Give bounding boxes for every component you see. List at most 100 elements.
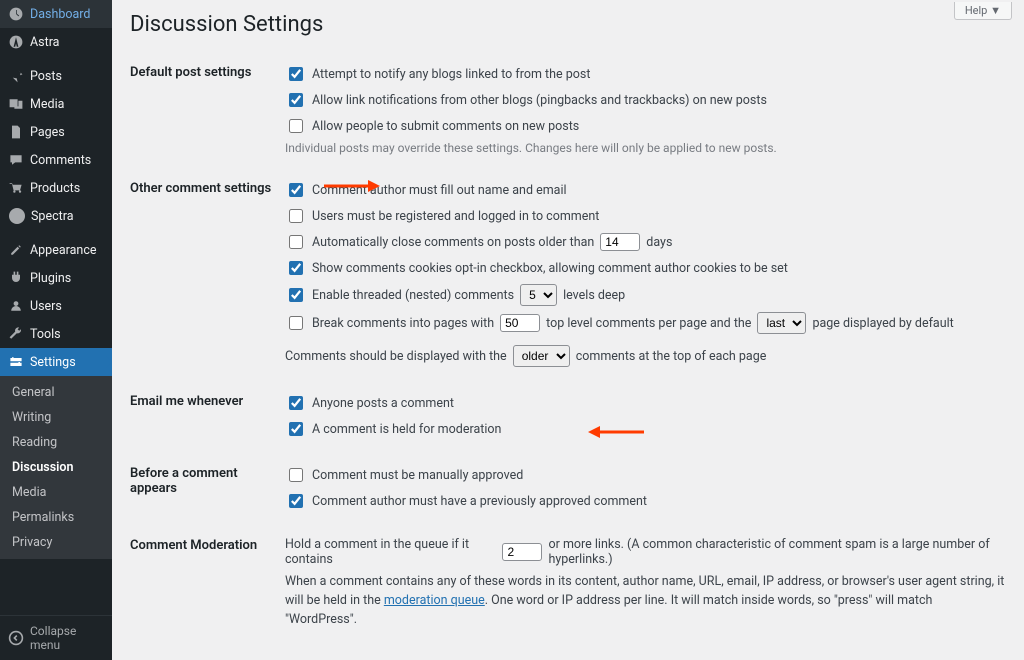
sidebar-item-appearance[interactable]: Appearance bbox=[0, 236, 112, 264]
collapse-menu-button[interactable]: Collapse menu bbox=[0, 615, 112, 660]
sidebar-item-settings[interactable]: Settings bbox=[0, 348, 112, 376]
checkbox-allow-comments[interactable] bbox=[289, 119, 303, 133]
opt-label: A comment is held for moderation bbox=[312, 422, 501, 437]
collapse-label: Collapse menu bbox=[30, 624, 104, 652]
input-max-links[interactable] bbox=[502, 543, 542, 561]
sidebar-item-label: Spectra bbox=[31, 209, 74, 224]
sidebar-item-tools[interactable]: Tools bbox=[0, 320, 112, 348]
checkbox-email-anyone[interactable] bbox=[289, 396, 303, 410]
select-thread-depth[interactable]: 5 bbox=[520, 284, 557, 306]
media-icon bbox=[8, 96, 24, 112]
opt-label: Comments should be displayed with the bbox=[285, 349, 507, 364]
pages-icon bbox=[8, 124, 24, 140]
opt-notify-linked[interactable]: Attempt to notify any blogs linked to fr… bbox=[285, 61, 1006, 87]
select-default-page[interactable]: last bbox=[757, 312, 806, 334]
sidebar-item-plugins[interactable]: Plugins bbox=[0, 264, 112, 292]
sidebar-item-posts[interactable]: Posts bbox=[0, 62, 112, 90]
moderation-queue-link[interactable]: moderation queue bbox=[384, 593, 485, 608]
sub-item-general[interactable]: General bbox=[0, 380, 112, 405]
sidebar-item-astra[interactable]: Astra bbox=[0, 28, 112, 56]
checkbox-notify-linked[interactable] bbox=[289, 67, 303, 81]
input-per-page[interactable] bbox=[500, 314, 540, 332]
opt-manual-approve[interactable]: Comment must be manually approved bbox=[285, 462, 1006, 488]
checkbox-prev-approved[interactable] bbox=[289, 494, 303, 508]
help-label: Help bbox=[965, 4, 988, 17]
sidebar-item-label: Astra bbox=[30, 35, 60, 50]
opt-require-login[interactable]: Users must be registered and logged in t… bbox=[285, 203, 1006, 229]
opt-label: Comment author must fill out name and em… bbox=[312, 183, 567, 198]
sidebar-item-users[interactable]: Users bbox=[0, 292, 112, 320]
sidebar-item-media[interactable]: Media bbox=[0, 90, 112, 118]
sidebar-item-label: Products bbox=[30, 181, 80, 196]
opt-allow-pingbacks[interactable]: Allow link notifications from other blog… bbox=[285, 87, 1006, 113]
sidebar-item-label: Dashboard bbox=[30, 7, 90, 22]
dashboard-icon bbox=[8, 6, 24, 22]
opt-cookies-optin[interactable]: Show comments cookies opt-in checkbox, a… bbox=[285, 255, 1006, 281]
sub-item-media[interactable]: Media bbox=[0, 480, 112, 505]
sub-item-privacy[interactable]: Privacy bbox=[0, 530, 112, 555]
appearance-icon bbox=[8, 242, 24, 258]
help-tab[interactable]: Help ▼ bbox=[954, 2, 1012, 20]
opt-label: Allow link notifications from other blog… bbox=[312, 93, 767, 108]
opt-label: Enable threaded (nested) comments bbox=[312, 288, 514, 303]
tools-icon bbox=[8, 326, 24, 342]
sidebar-item-label: Appearance bbox=[30, 243, 97, 258]
collapse-icon bbox=[8, 630, 24, 646]
moderation-desc: When a comment contains any of these wor… bbox=[285, 570, 1006, 632]
checkbox-require-name-email[interactable] bbox=[289, 183, 303, 197]
opt-label: page displayed by default bbox=[812, 316, 953, 331]
opt-paginate: Break comments into pages with top level… bbox=[285, 309, 1006, 337]
sidebar-item-label: Plugins bbox=[30, 271, 71, 286]
users-icon bbox=[8, 298, 24, 314]
checkbox-cookies-optin[interactable] bbox=[289, 261, 303, 275]
sidebar-item-label: Pages bbox=[30, 125, 65, 140]
opt-label: Automatically close comments on posts ol… bbox=[312, 235, 594, 250]
sub-item-discussion[interactable]: Discussion bbox=[0, 455, 112, 480]
opt-prev-approved[interactable]: Comment author must have a previously ap… bbox=[285, 488, 1006, 514]
opt-label: Attempt to notify any blogs linked to fr… bbox=[312, 67, 590, 82]
section-heading-other: Other comment settings bbox=[130, 167, 285, 380]
section-heading-email: Email me whenever bbox=[130, 380, 285, 452]
pin-icon bbox=[8, 68, 24, 84]
sidebar-item-label: Settings bbox=[30, 355, 76, 370]
sidebar-item-label: Posts bbox=[30, 69, 62, 84]
opt-label: or more links. (A common characteristic … bbox=[548, 537, 1006, 567]
opt-threaded: Enable threaded (nested) comments 5 leve… bbox=[285, 281, 1006, 309]
checkbox-paginate[interactable] bbox=[289, 316, 303, 330]
sub-item-reading[interactable]: Reading bbox=[0, 430, 112, 455]
opt-email-held[interactable]: A comment is held for moderation bbox=[285, 416, 1006, 442]
admin-sidebar: Dashboard Astra Posts Media Pages Commen… bbox=[0, 0, 112, 660]
checkbox-allow-pingbacks[interactable] bbox=[289, 93, 303, 107]
opt-label: Allow people to submit comments on new p… bbox=[312, 119, 579, 134]
sub-item-writing[interactable]: Writing bbox=[0, 405, 112, 430]
sidebar-item-label: Users bbox=[30, 299, 62, 314]
sidebar-item-products[interactable]: Products bbox=[0, 174, 112, 202]
settings-submenu: General Writing Reading Discussion Media… bbox=[0, 376, 112, 559]
opt-comment-order: Comments should be displayed with the ol… bbox=[285, 337, 1006, 370]
sidebar-item-label: Tools bbox=[30, 327, 61, 342]
sidebar-item-dashboard[interactable]: Dashboard bbox=[0, 0, 112, 28]
opt-label: days bbox=[646, 235, 672, 250]
checkbox-email-held[interactable] bbox=[289, 422, 303, 436]
sidebar-item-spectra[interactable]: Spectra bbox=[0, 202, 112, 230]
opt-link-count: Hold a comment in the queue if it contai… bbox=[285, 534, 1006, 570]
opt-allow-comments[interactable]: Allow people to submit comments on new p… bbox=[285, 113, 1006, 139]
plugins-icon bbox=[8, 270, 24, 286]
opt-label: Break comments into pages with bbox=[312, 316, 494, 331]
default-desc: Individual posts may override these sett… bbox=[285, 139, 1006, 157]
opt-email-anyone[interactable]: Anyone posts a comment bbox=[285, 390, 1006, 416]
select-comment-order[interactable]: older bbox=[513, 345, 570, 367]
sidebar-item-label: Comments bbox=[30, 153, 91, 168]
opt-label: Hold a comment in the queue if it contai… bbox=[285, 537, 496, 567]
sidebar-item-pages[interactable]: Pages bbox=[0, 118, 112, 146]
checkbox-auto-close[interactable] bbox=[289, 235, 303, 249]
checkbox-manual-approve[interactable] bbox=[289, 468, 303, 482]
checkbox-threaded[interactable] bbox=[289, 288, 303, 302]
main-content: Help ▼ Discussion Settings Default post … bbox=[112, 0, 1024, 660]
opt-require-name-email[interactable]: Comment author must fill out name and em… bbox=[285, 177, 1006, 203]
sub-item-permalinks[interactable]: Permalinks bbox=[0, 505, 112, 530]
sidebar-item-comments[interactable]: Comments bbox=[0, 146, 112, 174]
input-close-days[interactable] bbox=[600, 233, 640, 251]
opt-label: top level comments per page and the bbox=[546, 316, 751, 331]
checkbox-require-login[interactable] bbox=[289, 209, 303, 223]
